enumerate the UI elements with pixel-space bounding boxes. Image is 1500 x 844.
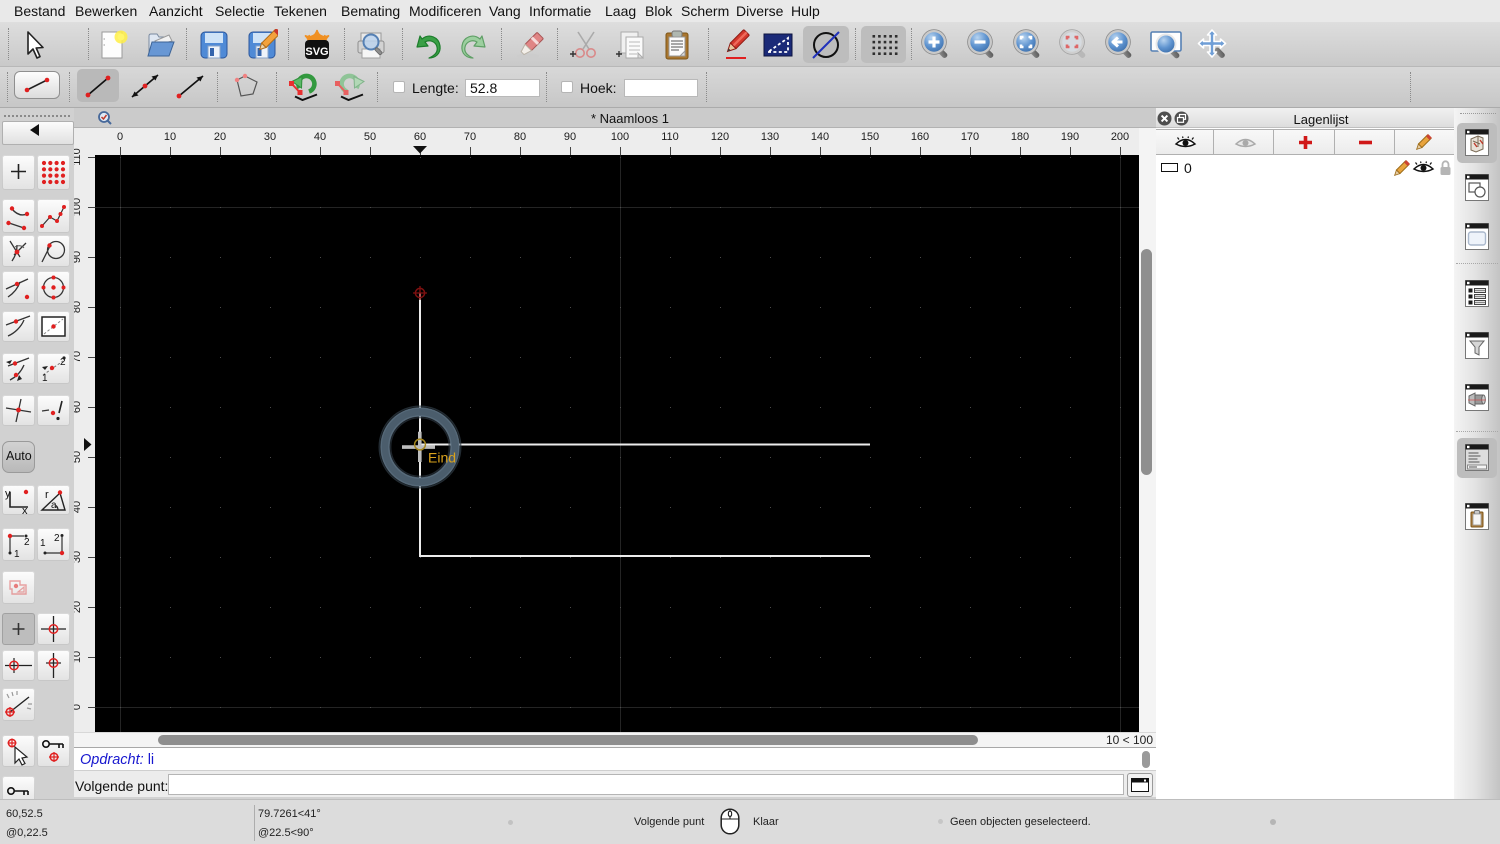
svg-text:x: x [22, 505, 28, 515]
svg-text:1: 1 [40, 538, 46, 549]
svg-text:a: a [51, 500, 57, 511]
svg-text:SVG: SVG [305, 46, 328, 58]
svg-text:y: y [5, 488, 11, 500]
svg-text:2: 2 [54, 533, 60, 544]
svg-text:Eind: Eind [428, 450, 456, 466]
svg-text:1: 1 [42, 373, 48, 384]
svg-text:1: 1 [14, 549, 20, 560]
svg-text:r: r [45, 489, 49, 501]
svg-text:2: 2 [24, 537, 30, 548]
